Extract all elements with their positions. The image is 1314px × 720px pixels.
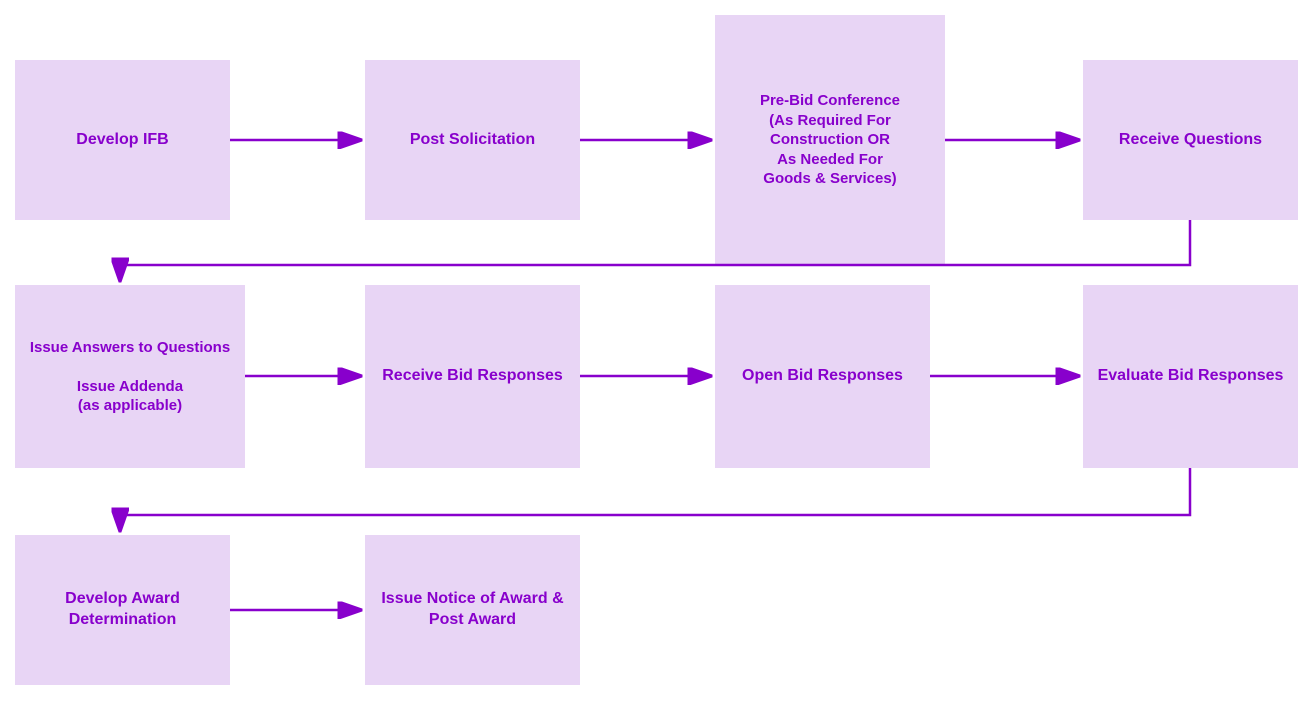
node-open-bid-responses-label: Open Bid Responses [742, 366, 903, 387]
node-receive-questions-label: Receive Questions [1119, 130, 1262, 151]
node-develop-ifb-label: Develop IFB [76, 130, 168, 151]
node-post-solicitation: Post Solicitation [365, 60, 580, 220]
node-issue-notice: Issue Notice of Award & Post Award [365, 535, 580, 685]
node-issue-answers-label: Issue Answers to QuestionsIssue Addenda(… [30, 338, 230, 416]
node-receive-questions: Receive Questions [1083, 60, 1298, 220]
node-pre-bid-conference-label: Pre-Bid Conference(As Required ForConstr… [760, 91, 900, 189]
node-evaluate-bid-responses-label: Evaluate Bid Responses [1098, 366, 1284, 387]
node-develop-award-label: Develop Award Determination [25, 589, 220, 631]
node-open-bid-responses: Open Bid Responses [715, 285, 930, 468]
node-issue-answers: Issue Answers to QuestionsIssue Addenda(… [15, 285, 245, 468]
node-receive-bid-responses: Receive Bid Responses [365, 285, 580, 468]
node-pre-bid-conference: Pre-Bid Conference(As Required ForConstr… [715, 15, 945, 265]
node-develop-ifb: Develop IFB [15, 60, 230, 220]
node-receive-bid-responses-label: Receive Bid Responses [382, 366, 563, 387]
node-issue-notice-label: Issue Notice of Award & Post Award [375, 589, 570, 631]
node-evaluate-bid-responses: Evaluate Bid Responses [1083, 285, 1298, 468]
node-post-solicitation-label: Post Solicitation [410, 130, 535, 151]
node-develop-award: Develop Award Determination [15, 535, 230, 685]
flowchart: Develop IFB Post Solicitation Pre-Bid Co… [0, 0, 1314, 720]
